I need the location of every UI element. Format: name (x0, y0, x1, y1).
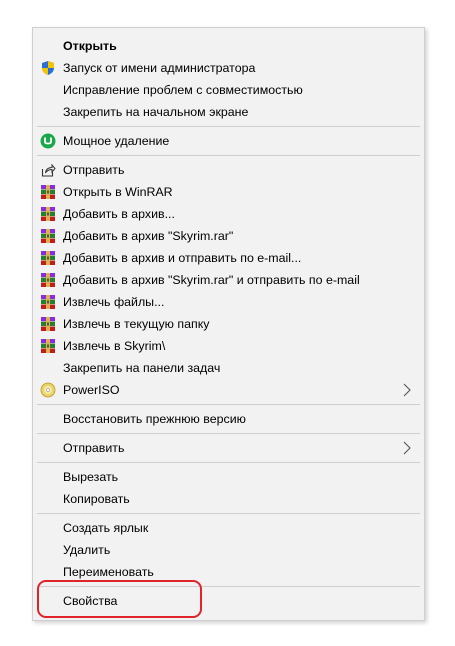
menu-item-powerful-uninstall[interactable]: Мощное удаление (33, 130, 424, 152)
menu-item-add-to-skyrim-rar[interactable]: Добавить в архив "Skyrim.rar" (33, 225, 424, 247)
menu-item-label: Добавить в архив "Skyrim.rar" (63, 229, 234, 243)
menu-item-label: Отправить (63, 163, 125, 177)
menu-separator (37, 462, 420, 463)
menu-item-label: Отправить (63, 441, 125, 455)
menu-item-create-shortcut[interactable]: Создать ярлык (33, 517, 424, 539)
menu-item-label: Извлечь в текущую папку (63, 317, 210, 331)
menu-item-open[interactable]: Открыть (33, 35, 424, 57)
menu-item-open-in-winrar[interactable]: Открыть в WinRAR (33, 181, 424, 203)
menu-item-share[interactable]: Отправить (33, 159, 424, 181)
menu-item-label: Добавить в архив... (63, 207, 175, 221)
menu-item-delete[interactable]: Удалить (33, 539, 424, 561)
chevron-right-icon (403, 441, 411, 455)
menu-item-label: Мощное удаление (63, 134, 170, 148)
winrar-icon (41, 207, 55, 221)
winrar-icon (41, 185, 55, 199)
menu-item-poweriso[interactable]: PowerISO (33, 379, 424, 401)
menu-separator (37, 126, 420, 127)
menu-item-label: Переименовать (63, 565, 154, 579)
menu-item-run-as-admin[interactable]: Запуск от имени администратора (33, 57, 424, 79)
menu-separator (37, 404, 420, 405)
menu-item-add-and-email[interactable]: Добавить в архив и отправить по e-mail..… (33, 247, 424, 269)
menu-item-label: Открыть в WinRAR (63, 185, 173, 199)
menu-item-label: Извлечь файлы... (63, 295, 165, 309)
winrar-icon (41, 229, 55, 243)
menu-item-add-to-archive[interactable]: Добавить в архив... (33, 203, 424, 225)
menu-item-extract-here[interactable]: Извлечь в текущую папку (33, 313, 424, 335)
menu-item-label: Восстановить прежнюю версию (63, 412, 246, 426)
menu-item-pin-to-start[interactable]: Закрепить на начальном экране (33, 101, 424, 123)
menu-item-troubleshoot-compat[interactable]: Исправление проблем с совместимостью (33, 79, 424, 101)
uninstaller-icon (40, 133, 56, 149)
menu-item-pin-to-taskbar[interactable]: Закрепить на панели задач (33, 357, 424, 379)
winrar-icon (41, 339, 55, 353)
chevron-right-icon (403, 383, 411, 397)
menu-item-label: Добавить в архив "Skyrim.rar" и отправит… (63, 273, 360, 287)
properties-highlight-frame (37, 580, 202, 618)
menu-separator (37, 155, 420, 156)
menu-item-label: Создать ярлык (63, 521, 149, 535)
menu-separator (37, 433, 420, 434)
menu-item-label: Запуск от имени администратора (63, 61, 256, 75)
winrar-icon (41, 317, 55, 331)
context-menu: Открыть Запуск от имени администратора И… (32, 27, 425, 621)
menu-item-send-to[interactable]: Отправить (33, 437, 424, 459)
menu-item-label: Закрепить на панели задач (63, 361, 221, 375)
menu-item-cut[interactable]: Вырезать (33, 466, 424, 488)
menu-item-label: Открыть (63, 39, 117, 53)
winrar-icon (41, 295, 55, 309)
menu-item-extract-files[interactable]: Извлечь файлы... (33, 291, 424, 313)
menu-item-label: Закрепить на начальном экране (63, 105, 249, 119)
menu-item-restore-previous-version[interactable]: Восстановить прежнюю версию (33, 408, 424, 430)
uac-shield-icon (42, 61, 54, 75)
poweriso-disc-icon (40, 382, 56, 398)
menu-item-add-skyrim-rar-and-email[interactable]: Добавить в архив "Skyrim.rar" и отправит… (33, 269, 424, 291)
menu-item-label: Добавить в архив и отправить по e-mail..… (63, 251, 302, 265)
menu-item-label: Вырезать (63, 470, 119, 484)
menu-separator (37, 513, 420, 514)
winrar-icon (41, 273, 55, 287)
menu-item-copy[interactable]: Копировать (33, 488, 424, 510)
menu-item-label: Удалить (63, 543, 111, 557)
menu-item-label: Исправление проблем с совместимостью (63, 83, 303, 97)
menu-item-label: PowerISO (63, 383, 120, 397)
share-icon (41, 163, 56, 177)
menu-item-extract-to-skyrim[interactable]: Извлечь в Skyrim\ (33, 335, 424, 357)
menu-item-label: Копировать (63, 492, 130, 506)
menu-item-label: Извлечь в Skyrim\ (63, 339, 166, 353)
winrar-icon (41, 251, 55, 265)
